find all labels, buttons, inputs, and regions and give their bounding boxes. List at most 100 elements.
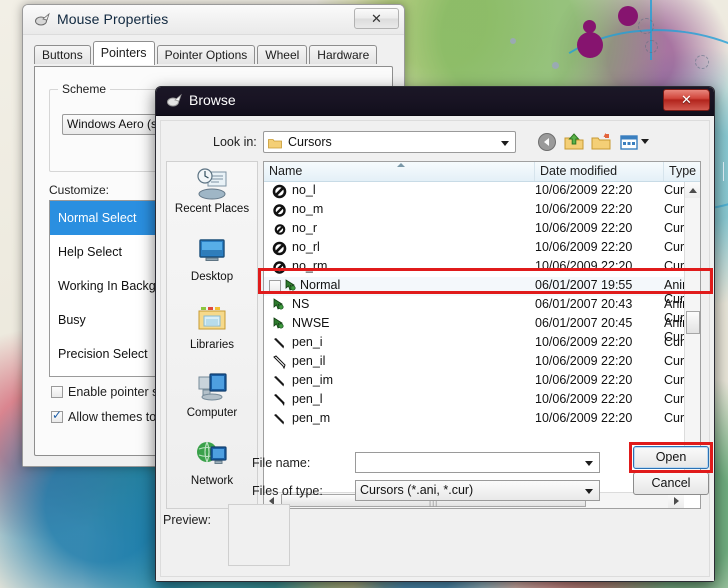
network-icon [192,438,232,474]
open-button[interactable]: Open [633,446,709,469]
files-of-type-label: Files of type: [252,484,323,498]
tab-hardware[interactable]: Hardware [309,45,378,64]
views-icon[interactable] [618,131,640,153]
files-of-type-combobox[interactable]: Cursors (*.ani, *.cur) [355,480,600,501]
place-label: Network [190,475,234,487]
customize-label: Customize: [49,183,110,197]
file-name-input[interactable] [355,452,600,473]
chevron-down-icon[interactable] [585,489,593,494]
no-cursor-icon [272,184,287,199]
mouse-properties-titlebar[interactable]: Mouse Properties ✕ [23,5,404,35]
mouse-properties-title: Mouse Properties [57,11,169,27]
file-date: 06/01/2007 20:45 [535,316,633,330]
place-computer[interactable]: Computer [167,366,257,434]
file-name: no_rl [292,240,320,254]
no-cursor-icon [272,222,287,237]
wallpaper-ring [638,18,654,34]
mouse-properties-tabs[interactable]: Buttons Pointers Pointer Options Wheel H… [34,41,379,65]
look-in-combobox[interactable]: Cursors [263,131,516,153]
table-row[interactable]: no_m 10/06/2009 22:20 Cursor [264,201,684,220]
no-cursor-icon [272,203,287,218]
pen-cursor-icon [272,355,287,370]
preview-label: Preview: [163,513,211,527]
table-row[interactable]: pen_i 10/06/2009 22:20 Cursor [264,334,684,353]
tab-wheel[interactable]: Wheel [257,45,308,64]
chevron-down-icon[interactable] [585,461,593,466]
scroll-up-button[interactable] [685,182,700,198]
wallpaper-dot [510,38,516,44]
file-date: 10/06/2009 22:20 [535,259,633,273]
place-recent-places[interactable]: Recent Places [167,162,257,230]
back-arrow-icon[interactable] [536,131,558,153]
table-row[interactable]: no_rm 10/06/2009 22:20 Cursor [264,258,684,277]
column-header-date-modified[interactable]: Date modified [535,162,664,181]
wallpaper-ring [645,40,658,53]
mouse-icon [34,12,51,29]
chevron-down-icon[interactable] [641,139,649,144]
computer-icon [192,370,232,406]
mouse-icon [166,93,183,110]
table-row[interactable]: Normal 06/01/2007 19:55 Animated Cursor [264,277,684,306]
chevron-right-icon [674,497,679,505]
table-row[interactable]: no_rl 10/06/2009 22:20 Cursor [264,239,684,258]
file-date: 10/06/2009 22:20 [535,411,633,425]
table-row[interactable]: NWSE 06/01/2007 20:45 Animated Cursor [264,315,684,344]
no-cursor-icon [272,241,287,256]
close-button[interactable]: ✕ [663,89,710,111]
file-type: Cursor [664,221,684,235]
scrollbar-thumb[interactable] [686,311,700,334]
pen-cursor-icon [272,336,287,351]
tab-pointers[interactable]: Pointers [92,41,155,65]
checkbox-box [51,386,63,398]
file-list-rows[interactable]: no_l 10/06/2009 22:20 Cursor no_m 10/06/… [264,182,684,492]
sort-ascending-icon [397,163,405,167]
wallpaper-dot [577,32,603,58]
tab-buttons[interactable]: Buttons [34,45,91,64]
preview-area [228,504,290,566]
table-row[interactable]: pen_m 10/06/2009 22:20 Cursor [264,410,684,429]
places-bar[interactable]: Recent Places Desktop Libraries Computer… [166,161,258,509]
file-date: 06/01/2007 19:55 [535,278,633,292]
wallpaper-dot [583,20,596,33]
column-header-type[interactable]: Type [664,162,724,181]
table-row[interactable]: pen_l 10/06/2009 22:20 Cursor [264,391,684,410]
chevron-down-icon[interactable] [501,141,509,146]
place-desktop[interactable]: Desktop [167,230,257,298]
no-cursor-icon [272,260,287,275]
table-row[interactable]: no_l 10/06/2009 22:20 Cursor [264,182,684,201]
place-network[interactable]: Network [167,434,257,502]
table-row[interactable]: no_r 10/06/2009 22:20 Cursor [264,220,684,239]
table-row[interactable]: pen_il 10/06/2009 22:20 Cursor [264,353,684,372]
file-date: 10/06/2009 22:20 [535,240,633,254]
file-type: Cursor [664,373,684,387]
file-list-header[interactable]: Name Date modified Type [264,162,724,182]
pen-cursor-icon [272,393,287,408]
new-folder-icon[interactable] [590,131,612,153]
place-label: Computer [186,407,238,419]
wallpaper-dot [618,6,638,26]
place-libraries[interactable]: Libraries [167,298,257,366]
table-row[interactable]: pen_im 10/06/2009 22:20 Cursor [264,372,684,391]
folder-icon [268,136,282,149]
desktop-icon [192,234,232,270]
file-name: pen_im [292,373,333,387]
close-button[interactable]: ✕ [354,8,399,29]
scroll-right-button[interactable] [668,493,684,508]
cancel-button[interactable]: Cancel [633,472,709,495]
file-type: Cursor [664,202,684,216]
pen-cursor-icon [272,412,287,427]
file-name: no_r [292,221,318,235]
table-row[interactable]: NS 06/01/2007 20:43 Animated Cursor [264,296,684,325]
file-date: 10/06/2009 22:20 [535,335,633,349]
dino-cursor-icon [272,317,287,332]
row-checkbox[interactable] [269,280,281,292]
tab-pointer-options[interactable]: Pointer Options [156,45,256,64]
recent-places-icon [192,166,232,202]
file-name: pen_il [292,354,326,368]
pen-cursor-icon [272,374,287,389]
file-name: NS [292,297,310,311]
up-folder-icon[interactable] [563,131,585,153]
place-label: Recent Places [174,203,250,215]
file-type: Cursor [664,411,684,425]
browse-titlebar[interactable]: Browse ✕ [156,87,714,116]
